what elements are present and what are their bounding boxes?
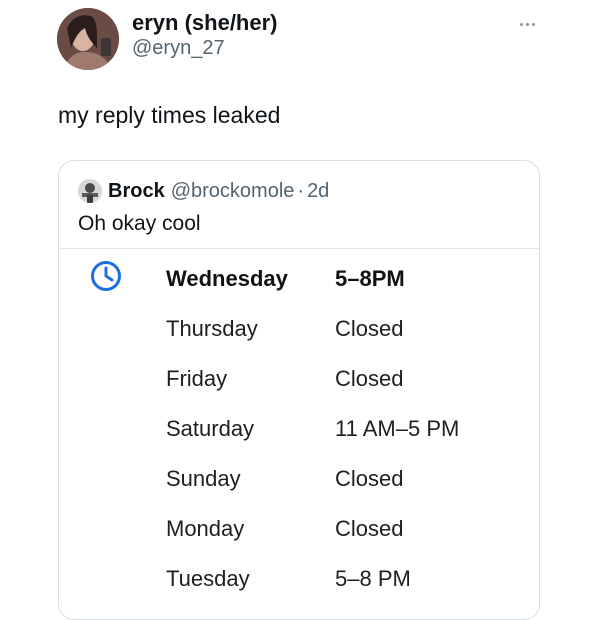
hours-day: Friday xyxy=(166,366,228,391)
quote-author-name[interactable]: Brock xyxy=(108,180,165,203)
hours-time: Closed xyxy=(335,366,404,391)
avatar[interactable] xyxy=(57,8,119,70)
hours-time: 5–8PM xyxy=(335,266,405,291)
quote-separator: · xyxy=(297,179,305,202)
more-horizontal-icon xyxy=(519,22,523,26)
hours-row-monday: Monday Closed xyxy=(59,516,539,566)
tweet: eryn (she/her) @eryn_27 my reply times l… xyxy=(0,0,600,620)
hours-row-wednesday: Wednesday 5–8PM xyxy=(59,266,539,316)
author-name[interactable]: eryn (she/her) xyxy=(132,10,278,35)
hours-row-saturday: Saturday 11 AM–5 PM xyxy=(59,416,539,466)
divider xyxy=(59,248,539,249)
more-options-button[interactable] xyxy=(512,14,542,34)
hours-day: Wednesday xyxy=(166,266,288,291)
hours-time: Closed xyxy=(335,466,404,491)
more-dot xyxy=(525,22,529,26)
quote-tweet[interactable]: Brock @brockomole · 2d Oh okay cool Wedn… xyxy=(58,160,540,620)
hours-day: Monday xyxy=(166,516,245,541)
hours-time: Closed xyxy=(335,516,404,541)
more-dot xyxy=(531,22,535,26)
hours-row-friday: Friday Closed xyxy=(59,366,539,416)
quote-avatar-photo xyxy=(78,179,102,203)
quote-text: Oh okay cool xyxy=(78,212,201,235)
quote-avatar xyxy=(78,179,102,203)
hours-row-thursday: Thursday Closed xyxy=(59,316,539,366)
avatar-photo xyxy=(57,8,119,70)
hours-day: Sunday xyxy=(166,466,241,491)
author-info: eryn (she/her) @eryn_27 xyxy=(132,10,278,60)
hours-day: Saturday xyxy=(166,416,255,441)
quote-timestamp[interactable]: 2d xyxy=(307,180,329,203)
hours-row-sunday: Sunday Closed xyxy=(59,466,539,516)
hours-time: 11 AM–5 PM xyxy=(335,416,460,441)
quote-author-handle[interactable]: @brockomole xyxy=(171,180,295,203)
quote-header: Brock @brockomole · 2d xyxy=(78,179,329,203)
hours-day: Thursday xyxy=(166,316,258,341)
author-handle[interactable]: @eryn_27 xyxy=(132,37,278,60)
tweet-text: my reply times leaked xyxy=(58,102,281,128)
hours-time: 5–8 PM xyxy=(335,566,411,591)
hours-time: Closed xyxy=(335,316,404,341)
hours-day: Tuesday xyxy=(166,566,250,591)
hours-row-tuesday: Tuesday 5–8 PM xyxy=(59,566,539,616)
